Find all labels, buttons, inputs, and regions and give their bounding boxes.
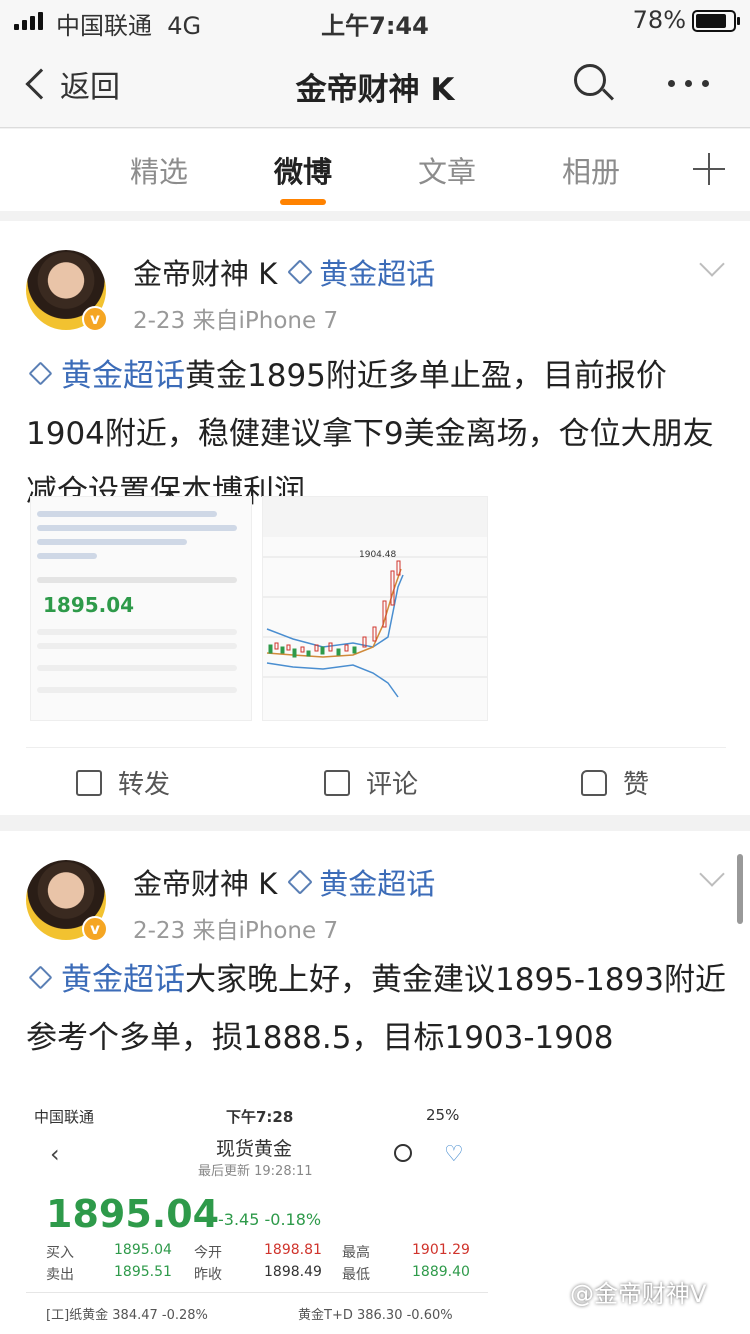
repost-label: 转发: [118, 770, 171, 800]
topic-link[interactable]: 黄金超话: [61, 962, 185, 998]
tab-featured[interactable]: 精选: [109, 149, 209, 191]
quote-updated: 最后更新 19:28:11: [198, 1164, 313, 1179]
diamond-icon: [287, 259, 313, 285]
quote-title: 现货黄金: [216, 1138, 293, 1160]
buy-label: 买入: [46, 1245, 74, 1261]
open-value: 1898.81: [264, 1242, 322, 1258]
post-actions: 转发 评论 赞: [26, 747, 726, 815]
post-header: 金帝财神 K 黄金超话: [133, 251, 435, 293]
like-button[interactable]: 赞: [581, 764, 649, 801]
post-card: v 金帝财神 K 黄金超话 2-23 来自iPhone 7 黄金超话黄金1895…: [0, 221, 750, 815]
chart-peak-label: 1904.48: [359, 550, 396, 560]
post-meta: 2-23 来自iPhone 7: [133, 308, 339, 334]
embedded-time: 下午7:28: [226, 1108, 294, 1126]
open-label: 今开: [194, 1245, 222, 1261]
avatar[interactable]: v: [26, 250, 108, 332]
post-image[interactable]: 中国联通 下午7:28 25% ‹ 现货黄金 最后更新 19:28:11 ♡ 1…: [26, 1100, 488, 1334]
post-image[interactable]: 1895.04: [30, 496, 252, 721]
search-icon: [394, 1144, 420, 1170]
more-icon[interactable]: [668, 80, 709, 87]
tab-album[interactable]: 相册: [541, 149, 641, 191]
tab-weibo[interactable]: 微博: [253, 149, 353, 191]
chevron-left-icon: ‹: [50, 1140, 60, 1168]
like-label: 赞: [623, 770, 650, 800]
comment-icon: [324, 769, 350, 796]
plus-icon[interactable]: [693, 153, 725, 185]
watermark: @金帝财神V: [570, 1280, 707, 1308]
high-value: 1901.29: [412, 1242, 470, 1258]
post-header: 金帝财神 K 黄金超话: [133, 861, 435, 903]
heart-icon: ♡: [444, 1142, 464, 1167]
post-meta: 2-23 来自iPhone 7: [133, 918, 339, 944]
post-text: 黄金超话黄金1895附近多单止盈，目前报价1904附近，稳健建议拿下9美金离场，…: [26, 347, 726, 521]
topic-link[interactable]: 黄金超话: [319, 861, 435, 903]
high-label: 最高: [342, 1245, 370, 1261]
status-bar: 中国联通 4G 上午7:44 78%: [0, 0, 750, 40]
battery-icon: [692, 10, 740, 32]
verified-badge-icon: v: [82, 306, 108, 332]
nav-bar: 返回 金帝财神 K: [0, 40, 750, 128]
topic-link[interactable]: 黄金超话: [61, 358, 185, 394]
comment-label: 评论: [366, 770, 419, 800]
prev-close-label: 昨收: [194, 1267, 222, 1283]
comment-button[interactable]: 评论: [324, 764, 418, 801]
battery-percent: 78%: [632, 6, 686, 34]
thumb-price: 1895.04: [43, 593, 135, 617]
username[interactable]: 金帝财神 K: [133, 861, 277, 903]
thumbs-up-icon: [581, 769, 607, 796]
low-label: 最低: [342, 1267, 370, 1283]
repost-button[interactable]: 转发: [76, 764, 170, 801]
post-text: 黄金超话大家晚上好，黄金建议1895-1893附近参考个多单，损1888.5，目…: [26, 951, 726, 1067]
embedded-battery: 25%: [426, 1106, 460, 1124]
divider: [26, 1292, 488, 1293]
repost-icon: [76, 769, 102, 796]
tab-articles[interactable]: 文章: [397, 149, 497, 191]
topic-link[interactable]: 黄金超话: [319, 251, 435, 293]
paper-gold-quote: [工]纸黄金 384.47 -0.28%: [46, 1308, 208, 1323]
diamond-icon: [28, 361, 53, 386]
candlestick-chart: 1904.48: [263, 497, 487, 698]
page-title: 金帝财神 K: [295, 72, 455, 108]
diamond-icon: [28, 965, 53, 990]
sell-label: 卖出: [46, 1267, 74, 1283]
sell-value: 1895.51: [114, 1264, 172, 1280]
low-value: 1889.40: [412, 1264, 470, 1280]
username[interactable]: 金帝财神 K: [133, 251, 277, 293]
search-icon[interactable]: [574, 64, 615, 104]
profile-tabs: 精选 微博 文章 相册: [0, 129, 750, 211]
post-image[interactable]: 1904.48: [262, 496, 488, 721]
quote-change: -3.45 -0.18%: [218, 1210, 322, 1229]
active-tab-indicator: [280, 199, 326, 205]
avatar[interactable]: v: [26, 860, 108, 942]
diamond-icon: [287, 869, 313, 895]
quote-price: 1895.04: [46, 1192, 220, 1236]
embedded-carrier: 中国联通: [34, 1108, 95, 1126]
prev-close-value: 1898.49: [264, 1264, 322, 1280]
chevron-down-icon[interactable]: [699, 251, 725, 277]
verified-badge-icon: v: [82, 916, 108, 942]
td-gold-quote: 黄金T+D 386.30 -0.60%: [298, 1308, 453, 1323]
chevron-down-icon[interactable]: [699, 861, 725, 887]
scrollbar[interactable]: [737, 854, 743, 924]
buy-value: 1895.04: [114, 1242, 172, 1258]
